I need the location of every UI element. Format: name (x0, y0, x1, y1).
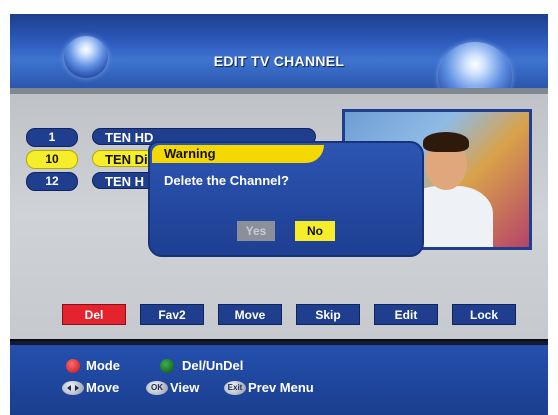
channel-number: 1 (26, 128, 78, 147)
footer-help-bar: Mode Del/UnDel Move OK View Exit Prev Me… (10, 341, 548, 415)
edit-button[interactable]: Edit (374, 304, 438, 325)
channel-number: 12 (26, 172, 78, 191)
warning-dialog: Warning Delete the Channel? Yes No (148, 141, 424, 257)
move-hint: Move (86, 380, 120, 395)
exit-button-icon: Exit (224, 381, 246, 395)
dialog-message: Delete the Channel? (164, 173, 289, 188)
skip-button[interactable]: Skip (296, 304, 360, 325)
view-hint: View (170, 380, 200, 395)
dialog-title: Warning (152, 145, 324, 163)
mode-hint: Mode (86, 358, 120, 373)
red-button-icon (66, 359, 80, 373)
green-button-icon (160, 359, 174, 373)
fav2-button[interactable]: Fav2 (140, 304, 204, 325)
del-undel-hint: Del/UnDel (182, 358, 244, 373)
preview-figure (423, 132, 469, 152)
yes-button[interactable]: Yes (237, 221, 275, 241)
del-button[interactable]: Del (62, 304, 126, 325)
tv-screen: EDIT TV CHANNEL 1 TEN HD 10 TEN Di 12 TE… (10, 14, 548, 415)
ok-button-icon: OK (146, 381, 168, 395)
header-bar: EDIT TV CHANNEL (10, 14, 548, 112)
no-button[interactable]: No (295, 221, 335, 241)
move-button[interactable]: Move (218, 304, 282, 325)
prev-menu-hint: Prev Menu (248, 380, 314, 395)
arrows-glyph (67, 385, 79, 391)
navigation-arrows-icon (62, 381, 84, 395)
lock-button[interactable]: Lock (452, 304, 516, 325)
channel-number: 10 (26, 150, 78, 169)
